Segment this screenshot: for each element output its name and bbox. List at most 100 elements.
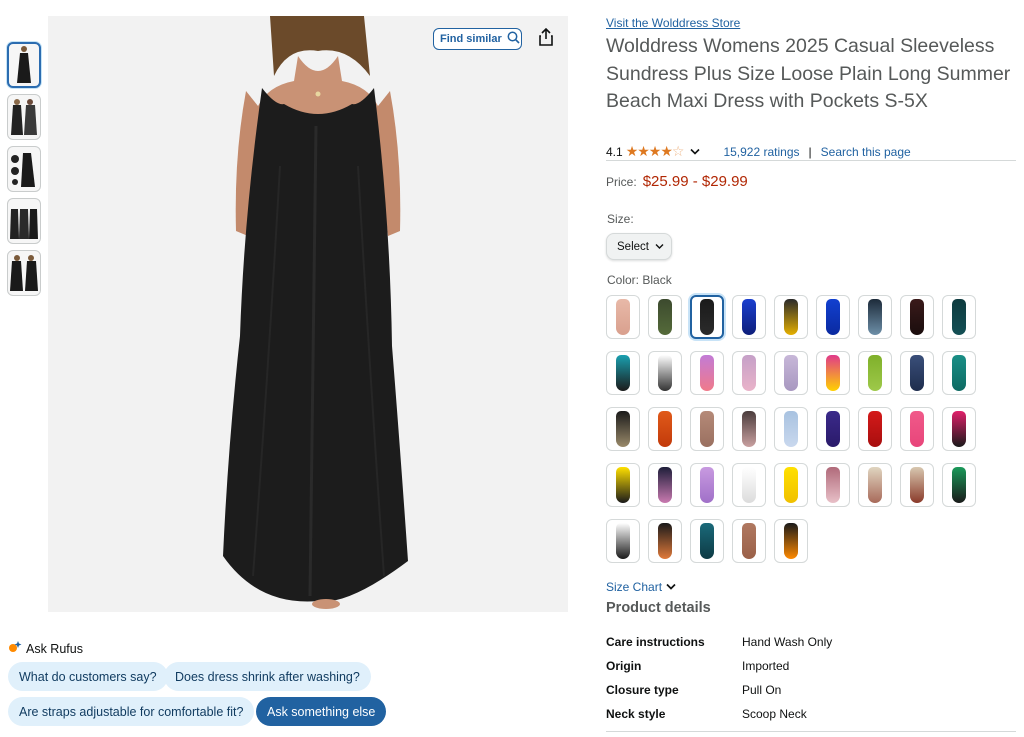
color-swatch[interactable] <box>858 407 892 451</box>
size-chart-label: Size Chart <box>606 580 663 594</box>
main-product-image[interactable]: Find similar <box>48 16 568 612</box>
color-swatch[interactable] <box>648 295 682 339</box>
color-swatch[interactable] <box>648 519 682 563</box>
dress-swatch-icon <box>784 523 798 559</box>
size-label: Size: <box>607 212 634 226</box>
find-similar-label: Find similar <box>440 33 502 45</box>
color-swatch[interactable] <box>774 463 808 507</box>
color-swatch[interactable] <box>816 295 850 339</box>
dress-swatch-icon <box>658 355 672 391</box>
dress-swatch-icon <box>742 355 756 391</box>
chevron-down-icon <box>666 580 676 594</box>
dress-swatch-icon <box>700 355 714 391</box>
size-chart-link[interactable]: Size Chart <box>606 580 676 594</box>
dress-swatch-icon <box>868 299 882 335</box>
dress-swatch-icon <box>616 355 630 391</box>
color-swatch[interactable] <box>732 407 766 451</box>
price-row: Price: $25.99 - $29.99 <box>606 173 748 190</box>
color-swatch[interactable] <box>774 295 808 339</box>
dress-swatch-icon <box>826 467 840 503</box>
color-swatch[interactable] <box>690 519 724 563</box>
ratings-count-link[interactable]: 15,922 ratings <box>723 145 799 159</box>
rating-value: 4.1 <box>606 144 623 159</box>
color-swatch[interactable] <box>606 351 640 395</box>
chevron-down-icon <box>655 241 664 253</box>
dress-swatch-icon <box>910 411 924 447</box>
product-title: Wolddress Womens 2025 Casual Sleeveless … <box>606 35 1011 112</box>
color-swatch[interactable] <box>816 351 850 395</box>
search-page-link[interactable]: Search this page <box>821 145 911 159</box>
color-swatch[interactable] <box>648 407 682 451</box>
rufus-ask-button[interactable]: Ask something else <box>256 697 387 726</box>
dress-swatch-icon <box>616 523 630 559</box>
color-swatch[interactable] <box>732 295 766 339</box>
separator: | <box>808 144 812 159</box>
thumbnail-1[interactable] <box>7 42 41 88</box>
color-swatch[interactable] <box>732 519 766 563</box>
color-swatch[interactable] <box>858 463 892 507</box>
thumbnail-4[interactable] <box>7 198 41 244</box>
rufus-heading: Ask Rufus <box>8 640 83 657</box>
color-swatch[interactable] <box>900 351 934 395</box>
color-swatch[interactable] <box>900 295 934 339</box>
color-label: Color: Black <box>607 273 672 287</box>
color-swatch[interactable] <box>648 463 682 507</box>
dress-swatch-icon <box>658 411 672 447</box>
size-dropdown[interactable]: Select <box>606 233 672 260</box>
color-swatch[interactable] <box>690 407 724 451</box>
rufus-chip-shrink[interactable]: Does dress shrink after washing? <box>164 662 371 691</box>
thumbnail-3[interactable] <box>7 146 41 192</box>
color-swatch[interactable] <box>942 463 976 507</box>
color-swatch[interactable] <box>690 463 724 507</box>
dress-swatch-icon <box>658 467 672 503</box>
product-details-heading: Product details <box>606 600 711 616</box>
color-swatch[interactable] <box>606 519 640 563</box>
store-link[interactable]: Visit the Wolddress Store <box>606 16 740 30</box>
color-swatch[interactable] <box>816 407 850 451</box>
color-swatch[interactable] <box>606 407 640 451</box>
color-swatch[interactable] <box>690 295 724 339</box>
rufus-chip-customers[interactable]: What do customers say? <box>8 662 168 691</box>
dress-swatch-icon <box>616 467 630 503</box>
dress-swatch-icon <box>616 299 630 335</box>
detail-value: Hand Wash Only <box>742 635 833 649</box>
color-swatch[interactable] <box>732 351 766 395</box>
color-swatch[interactable] <box>942 351 976 395</box>
detail-row: Neck style Scoop Neck <box>606 702 1016 726</box>
dress-swatch-icon <box>826 299 840 335</box>
star-rating-icon[interactable]: ★★★★☆ <box>626 143 685 160</box>
color-swatch[interactable] <box>774 351 808 395</box>
find-similar-button[interactable]: Find similar <box>433 28 522 50</box>
color-swatch[interactable] <box>774 519 808 563</box>
color-swatch[interactable] <box>942 295 976 339</box>
color-swatch[interactable] <box>858 351 892 395</box>
thumbnail-2[interactable] <box>7 94 41 140</box>
dress-swatch-icon <box>952 467 966 503</box>
color-swatch[interactable] <box>732 463 766 507</box>
rating-row: 4.1 ★★★★☆ 15,922 ratings | Search this p… <box>606 143 911 160</box>
chevron-down-icon[interactable] <box>690 145 701 159</box>
color-swatch[interactable] <box>900 407 934 451</box>
divider <box>606 160 1016 161</box>
detail-key: Care instructions <box>606 635 705 649</box>
dress-swatch-icon <box>826 411 840 447</box>
color-swatch[interactable] <box>648 351 682 395</box>
color-swatch[interactable] <box>774 407 808 451</box>
dress-swatch-icon <box>742 467 756 503</box>
color-swatch[interactable] <box>858 295 892 339</box>
thumbnail-5[interactable] <box>7 250 41 296</box>
color-swatch[interactable] <box>690 351 724 395</box>
dress-swatch-icon <box>910 299 924 335</box>
search-icon <box>507 31 520 47</box>
share-button[interactable] <box>535 27 557 50</box>
dress-swatch-icon <box>952 355 966 391</box>
dress-swatch-icon <box>784 299 798 335</box>
color-swatch[interactable] <box>606 463 640 507</box>
color-swatch[interactable] <box>942 407 976 451</box>
color-swatch[interactable] <box>900 463 934 507</box>
detail-row: Closure type Pull On <box>606 678 1016 702</box>
color-swatch[interactable] <box>816 463 850 507</box>
rufus-chip-straps[interactable]: Are straps adjustable for comfortable fi… <box>8 697 255 726</box>
color-swatch[interactable] <box>606 295 640 339</box>
color-swatch-grid <box>606 295 984 563</box>
